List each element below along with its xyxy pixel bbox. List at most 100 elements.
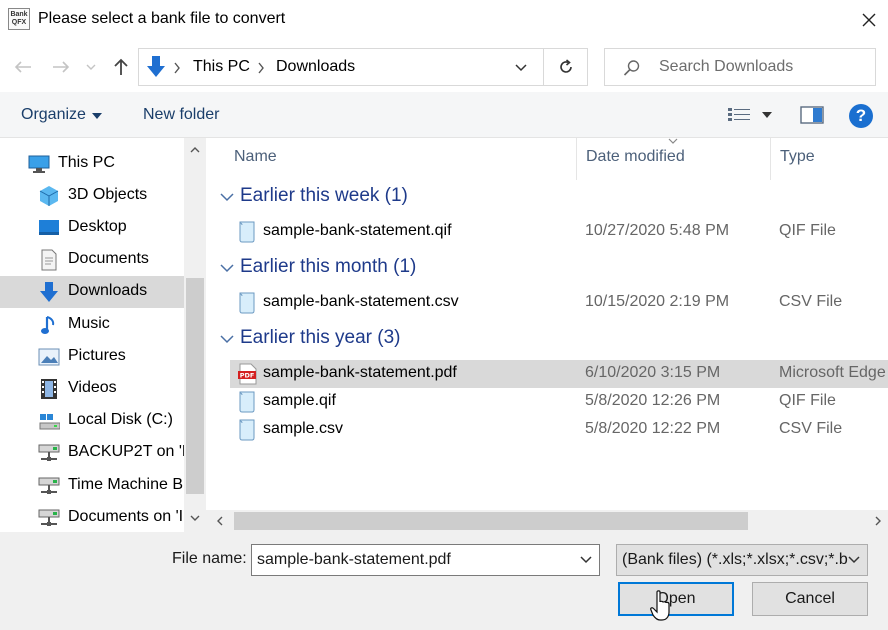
file-row[interactable]: sample.qif 5/8/2020 12:26 PM QIF File — [230, 388, 888, 416]
back-arrow-icon — [14, 61, 31, 73]
file-name: sample-bank-statement.pdf — [263, 364, 457, 381]
nav-item-label: Pictures — [68, 347, 126, 364]
file-row[interactable]: PDF sample-bank-statement.pdf 6/10/2020 3:… — [230, 360, 888, 388]
refresh-button[interactable] — [544, 48, 588, 86]
nav-item-time-machine-b[interactable]: Time Machine B — [0, 470, 184, 502]
nav-item-label: Videos — [68, 379, 117, 396]
open-button[interactable]: Open — [618, 582, 734, 616]
column-divider[interactable] — [770, 138, 771, 180]
file-type: Microsoft Edge — [779, 364, 886, 381]
nav-item-videos[interactable]: Videos — [0, 373, 184, 405]
cancel-button-label: Cancel — [785, 590, 835, 607]
preview-pane-button[interactable] — [800, 106, 824, 126]
column-divider[interactable] — [576, 138, 577, 180]
nav-item-desktop[interactable]: Desktop — [0, 212, 184, 244]
documents-icon — [38, 249, 60, 271]
forward-arrow-icon — [53, 61, 70, 73]
filter-dropdown-button[interactable] — [842, 546, 866, 574]
network-drive-icon — [38, 475, 60, 497]
nav-item-music[interactable]: Music — [0, 309, 184, 341]
file-row[interactable]: sample-bank-statement.qif 10/27/2020 5:48… — [230, 218, 888, 246]
help-icon: ? — [855, 106, 867, 125]
help-button[interactable]: ? — [849, 104, 873, 128]
nav-item-local-disk-c[interactable]: Local Disk (C:) — [0, 405, 184, 437]
chevron-down-icon — [515, 64, 527, 72]
back-button[interactable] — [10, 54, 36, 80]
nav-item-label: Downloads — [68, 282, 148, 299]
breadcrumb-this-pc[interactable]: This PC — [193, 58, 250, 76]
group-label: Earlier this year (3) — [240, 327, 401, 348]
close-button[interactable] — [852, 4, 886, 36]
chevron-down-icon — [220, 335, 234, 344]
file-name-dropdown-button[interactable] — [574, 546, 598, 574]
svg-text:PDF: PDF — [240, 372, 255, 380]
network-drive-icon — [38, 507, 60, 529]
file-name-label: File name: — [172, 550, 247, 567]
file-type: QIF File — [779, 392, 836, 409]
nav-item-label: Documents on 'I — [68, 508, 184, 525]
new-folder-button[interactable]: New folder — [143, 106, 219, 124]
details-view-icon — [728, 108, 750, 121]
file-name-input[interactable]: sample-bank-statement.pdf — [251, 544, 600, 576]
search-icon — [623, 60, 640, 76]
organize-button[interactable]: Organize — [12, 100, 108, 130]
close-icon — [862, 13, 876, 27]
desktop-icon — [38, 217, 60, 239]
file-date-modified: 10/15/2020 2:19 PM — [585, 293, 730, 310]
nav-item-documents-on-i[interactable]: Documents on 'I — [0, 502, 184, 532]
download-arrow-icon — [147, 56, 165, 77]
recent-locations-button[interactable] — [82, 54, 100, 80]
scroll-up-icon — [190, 147, 200, 153]
file-row[interactable]: sample-bank-statement.csv 10/15/2020 2:19… — [230, 289, 888, 317]
nav-item-backup2t-on-m[interactable]: BACKUP2T on 'M — [0, 437, 195, 469]
file-date-modified: 10/27/2020 5:48 PM — [585, 222, 730, 239]
file-name: sample.csv — [263, 420, 344, 437]
computer-icon — [28, 153, 50, 175]
nav-item-3d-objects[interactable]: 3D Objects — [0, 180, 184, 212]
nav-scroll-thumb[interactable] — [186, 278, 204, 494]
breadcrumb-downloads[interactable]: Downloads — [276, 58, 355, 76]
forward-button[interactable] — [48, 54, 74, 80]
sort-indicator-icon — [668, 138, 678, 144]
column-header-type[interactable]: Type — [780, 148, 815, 166]
file-type: QIF File — [779, 222, 836, 239]
pdf-icon: PDF — [237, 363, 259, 385]
change-view-button[interactable] — [724, 102, 776, 128]
nav-item-downloads[interactable]: Downloads — [0, 276, 184, 308]
file-name: sample-bank-statement.qif — [263, 222, 452, 239]
up-arrow-icon — [114, 58, 128, 75]
horizontal-scroll-thumb[interactable] — [234, 512, 748, 530]
nav-item-label: BACKUP2T on 'M — [68, 443, 196, 460]
nav-item-this-pc[interactable]: This PC — [0, 148, 184, 180]
chevron-down-icon — [220, 193, 234, 202]
text-file-icon — [237, 292, 259, 314]
caret-down-icon — [762, 112, 772, 118]
breadcrumb-separator-icon — [258, 62, 264, 74]
nav-item-label: 3D Objects — [68, 186, 148, 203]
search-box[interactable]: Search Downloads — [604, 48, 876, 86]
nav-item-label: Desktop — [68, 218, 127, 235]
file-type-filter-select[interactable]: (Bank files) (*.xls;*.xlsx;*.csv;*.b — [616, 544, 868, 576]
nav-item-label: This PC — [58, 154, 115, 171]
nav-item-label: Documents — [68, 250, 149, 267]
address-bar[interactable]: This PC Downloads — [138, 48, 544, 86]
group-label: Earlier this week (1) — [240, 185, 408, 206]
text-file-icon — [237, 221, 259, 243]
pictures-icon — [38, 346, 60, 368]
column-header-name[interactable]: Name — [234, 148, 277, 166]
file-row[interactable]: sample.csv 5/8/2020 12:22 PM CSV File — [230, 416, 888, 444]
local-disk-icon — [38, 410, 60, 432]
column-header-date-modified[interactable]: Date modified — [586, 148, 685, 166]
address-row: This PC Downloads Search Downloads — [0, 40, 888, 92]
cancel-button[interactable]: Cancel — [752, 582, 868, 616]
nav-item-pictures[interactable]: Pictures — [0, 341, 184, 373]
chevron-down-icon — [848, 556, 860, 564]
nav-item-label: Time Machine B — [68, 476, 183, 493]
app-icon: Bank QFX — [8, 8, 30, 30]
nav-item-label: Music — [68, 315, 110, 332]
file-date-modified: 5/8/2020 12:26 PM — [585, 392, 721, 409]
nav-item-documents[interactable]: Documents — [0, 244, 184, 276]
up-button[interactable] — [108, 54, 134, 80]
address-dropdown-button[interactable] — [509, 57, 533, 79]
file-date-modified: 5/8/2020 12:22 PM — [585, 420, 721, 437]
